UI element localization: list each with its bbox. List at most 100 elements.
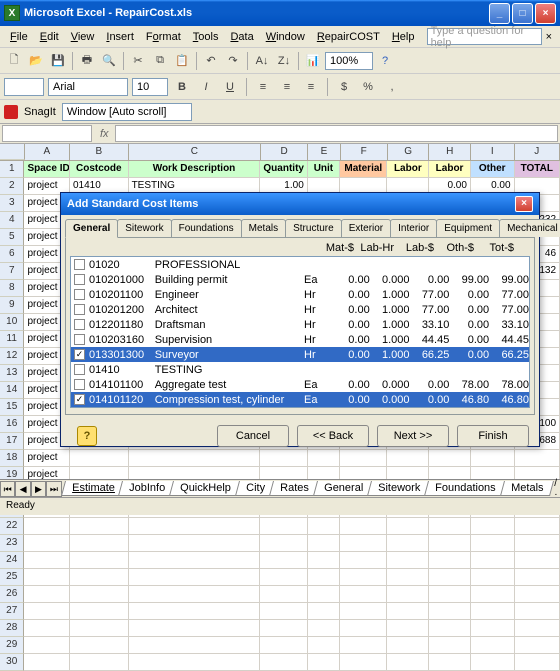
- name-box[interactable]: [2, 125, 92, 142]
- list-item[interactable]: 014101100Aggregate testEa0.000.0000.0078…: [71, 377, 529, 392]
- row-header[interactable]: 24: [0, 552, 24, 569]
- font-size-box[interactable]: 10: [132, 78, 168, 96]
- cell[interactable]: [515, 518, 560, 535]
- row-header[interactable]: 12: [0, 348, 24, 365]
- cell[interactable]: Costcode: [70, 161, 129, 178]
- checkbox[interactable]: ✓: [74, 349, 85, 360]
- cell[interactable]: [129, 569, 261, 586]
- cell[interactable]: [471, 586, 515, 603]
- minimize-button[interactable]: _: [489, 3, 510, 24]
- tab-nav-last-icon[interactable]: ⏭: [46, 481, 61, 497]
- cell[interactable]: Work Description: [129, 161, 261, 178]
- row-header[interactable]: 15: [0, 399, 24, 416]
- cell[interactable]: [24, 569, 69, 586]
- finish-button[interactable]: Finish: [457, 425, 529, 447]
- align-left-icon[interactable]: ≡: [253, 77, 273, 97]
- col-header[interactable]: G: [388, 144, 430, 160]
- list-item[interactable]: 01020PROFESSIONAL: [71, 257, 529, 272]
- help-question-box[interactable]: Type a question for help: [427, 28, 542, 45]
- cell[interactable]: [70, 518, 129, 535]
- cell[interactable]: Labor: [429, 161, 471, 178]
- checkbox[interactable]: ✓: [74, 394, 85, 405]
- row-header[interactable]: 17: [0, 433, 24, 450]
- row-header[interactable]: 18: [0, 450, 24, 467]
- tab-foundations[interactable]: Foundations: [171, 219, 242, 237]
- sheet-tab-estimate[interactable]: Estimate: [61, 481, 126, 496]
- cell[interactable]: [260, 654, 307, 671]
- cell[interactable]: [260, 637, 307, 654]
- cut-icon[interactable]: ✂: [128, 51, 148, 71]
- cell[interactable]: [429, 654, 471, 671]
- cell[interactable]: [515, 569, 560, 586]
- list-item[interactable]: ✓014101120Compression test, cylinderEa0.…: [71, 392, 529, 407]
- cell[interactable]: [515, 620, 560, 637]
- fx-icon[interactable]: fx: [94, 128, 115, 140]
- formula-input[interactable]: [115, 125, 558, 142]
- cell[interactable]: [340, 552, 387, 569]
- align-center-icon[interactable]: ≡: [277, 77, 297, 97]
- col-header[interactable]: D: [261, 144, 308, 160]
- row-header[interactable]: 30: [0, 654, 24, 671]
- menu-window[interactable]: Window: [260, 29, 311, 45]
- checkbox[interactable]: [74, 289, 85, 300]
- sheet-tab-jobinfo[interactable]: JobInfo: [118, 481, 176, 496]
- snagit-icon[interactable]: [4, 105, 18, 119]
- cell[interactable]: [129, 586, 261, 603]
- cell[interactable]: [70, 654, 129, 671]
- checkbox[interactable]: [74, 274, 85, 285]
- cell[interactable]: [308, 518, 340, 535]
- checkbox[interactable]: [74, 379, 85, 390]
- cell[interactable]: [340, 620, 387, 637]
- row-header[interactable]: 9: [0, 297, 24, 314]
- cell[interactable]: [429, 620, 471, 637]
- cell[interactable]: [471, 535, 515, 552]
- tab-structure[interactable]: Structure: [285, 219, 342, 237]
- cell[interactable]: [515, 552, 560, 569]
- cell[interactable]: [340, 518, 387, 535]
- cell[interactable]: [387, 603, 429, 620]
- cell[interactable]: [260, 603, 307, 620]
- tab-nav-prev-icon[interactable]: ◀: [15, 481, 30, 497]
- cell[interactable]: [308, 654, 340, 671]
- new-icon[interactable]: 🗋: [4, 51, 24, 71]
- help-button[interactable]: ?: [77, 426, 97, 446]
- cell[interactable]: [70, 620, 129, 637]
- row-header[interactable]: 16: [0, 416, 24, 433]
- cell[interactable]: [129, 603, 261, 620]
- cell[interactable]: [24, 552, 69, 569]
- cell[interactable]: [429, 569, 471, 586]
- cell[interactable]: [129, 637, 261, 654]
- cell[interactable]: [129, 518, 261, 535]
- undo-icon[interactable]: ↶: [201, 51, 221, 71]
- row-header[interactable]: 28: [0, 620, 24, 637]
- cell[interactable]: [387, 637, 429, 654]
- list-item[interactable]: 010201100EngineerHr0.001.00077.000.0077.…: [71, 287, 529, 302]
- cell[interactable]: [471, 603, 515, 620]
- sort-desc-icon[interactable]: Z↓: [274, 51, 294, 71]
- redo-icon[interactable]: ↷: [223, 51, 243, 71]
- row-header[interactable]: 13: [0, 365, 24, 382]
- menu-edit[interactable]: Edit: [34, 29, 65, 45]
- list-item[interactable]: 010201000Building permitEa0.000.0000.009…: [71, 272, 529, 287]
- cell[interactable]: [471, 518, 515, 535]
- cell[interactable]: [308, 620, 340, 637]
- col-header[interactable]: J: [515, 144, 560, 160]
- paste-icon[interactable]: 📋: [172, 51, 192, 71]
- row-header[interactable]: 7: [0, 263, 24, 280]
- col-header[interactable]: B: [70, 144, 129, 160]
- cell[interactable]: [387, 535, 429, 552]
- cell[interactable]: [260, 569, 307, 586]
- cell[interactable]: [70, 586, 129, 603]
- menu-format[interactable]: Format: [140, 29, 187, 45]
- sheet-tab-rates[interactable]: Rates: [269, 481, 320, 496]
- cell[interactable]: [70, 637, 129, 654]
- cell[interactable]: [471, 620, 515, 637]
- cell[interactable]: [387, 569, 429, 586]
- cell[interactable]: [260, 552, 307, 569]
- tab-nav-first-icon[interactable]: ⏮: [0, 481, 15, 497]
- row-header[interactable]: 23: [0, 535, 24, 552]
- list-item[interactable]: 01410TESTING: [71, 362, 529, 377]
- row-header[interactable]: 14: [0, 382, 24, 399]
- row-header[interactable]: 22: [0, 518, 24, 535]
- currency-icon[interactable]: $: [334, 77, 354, 97]
